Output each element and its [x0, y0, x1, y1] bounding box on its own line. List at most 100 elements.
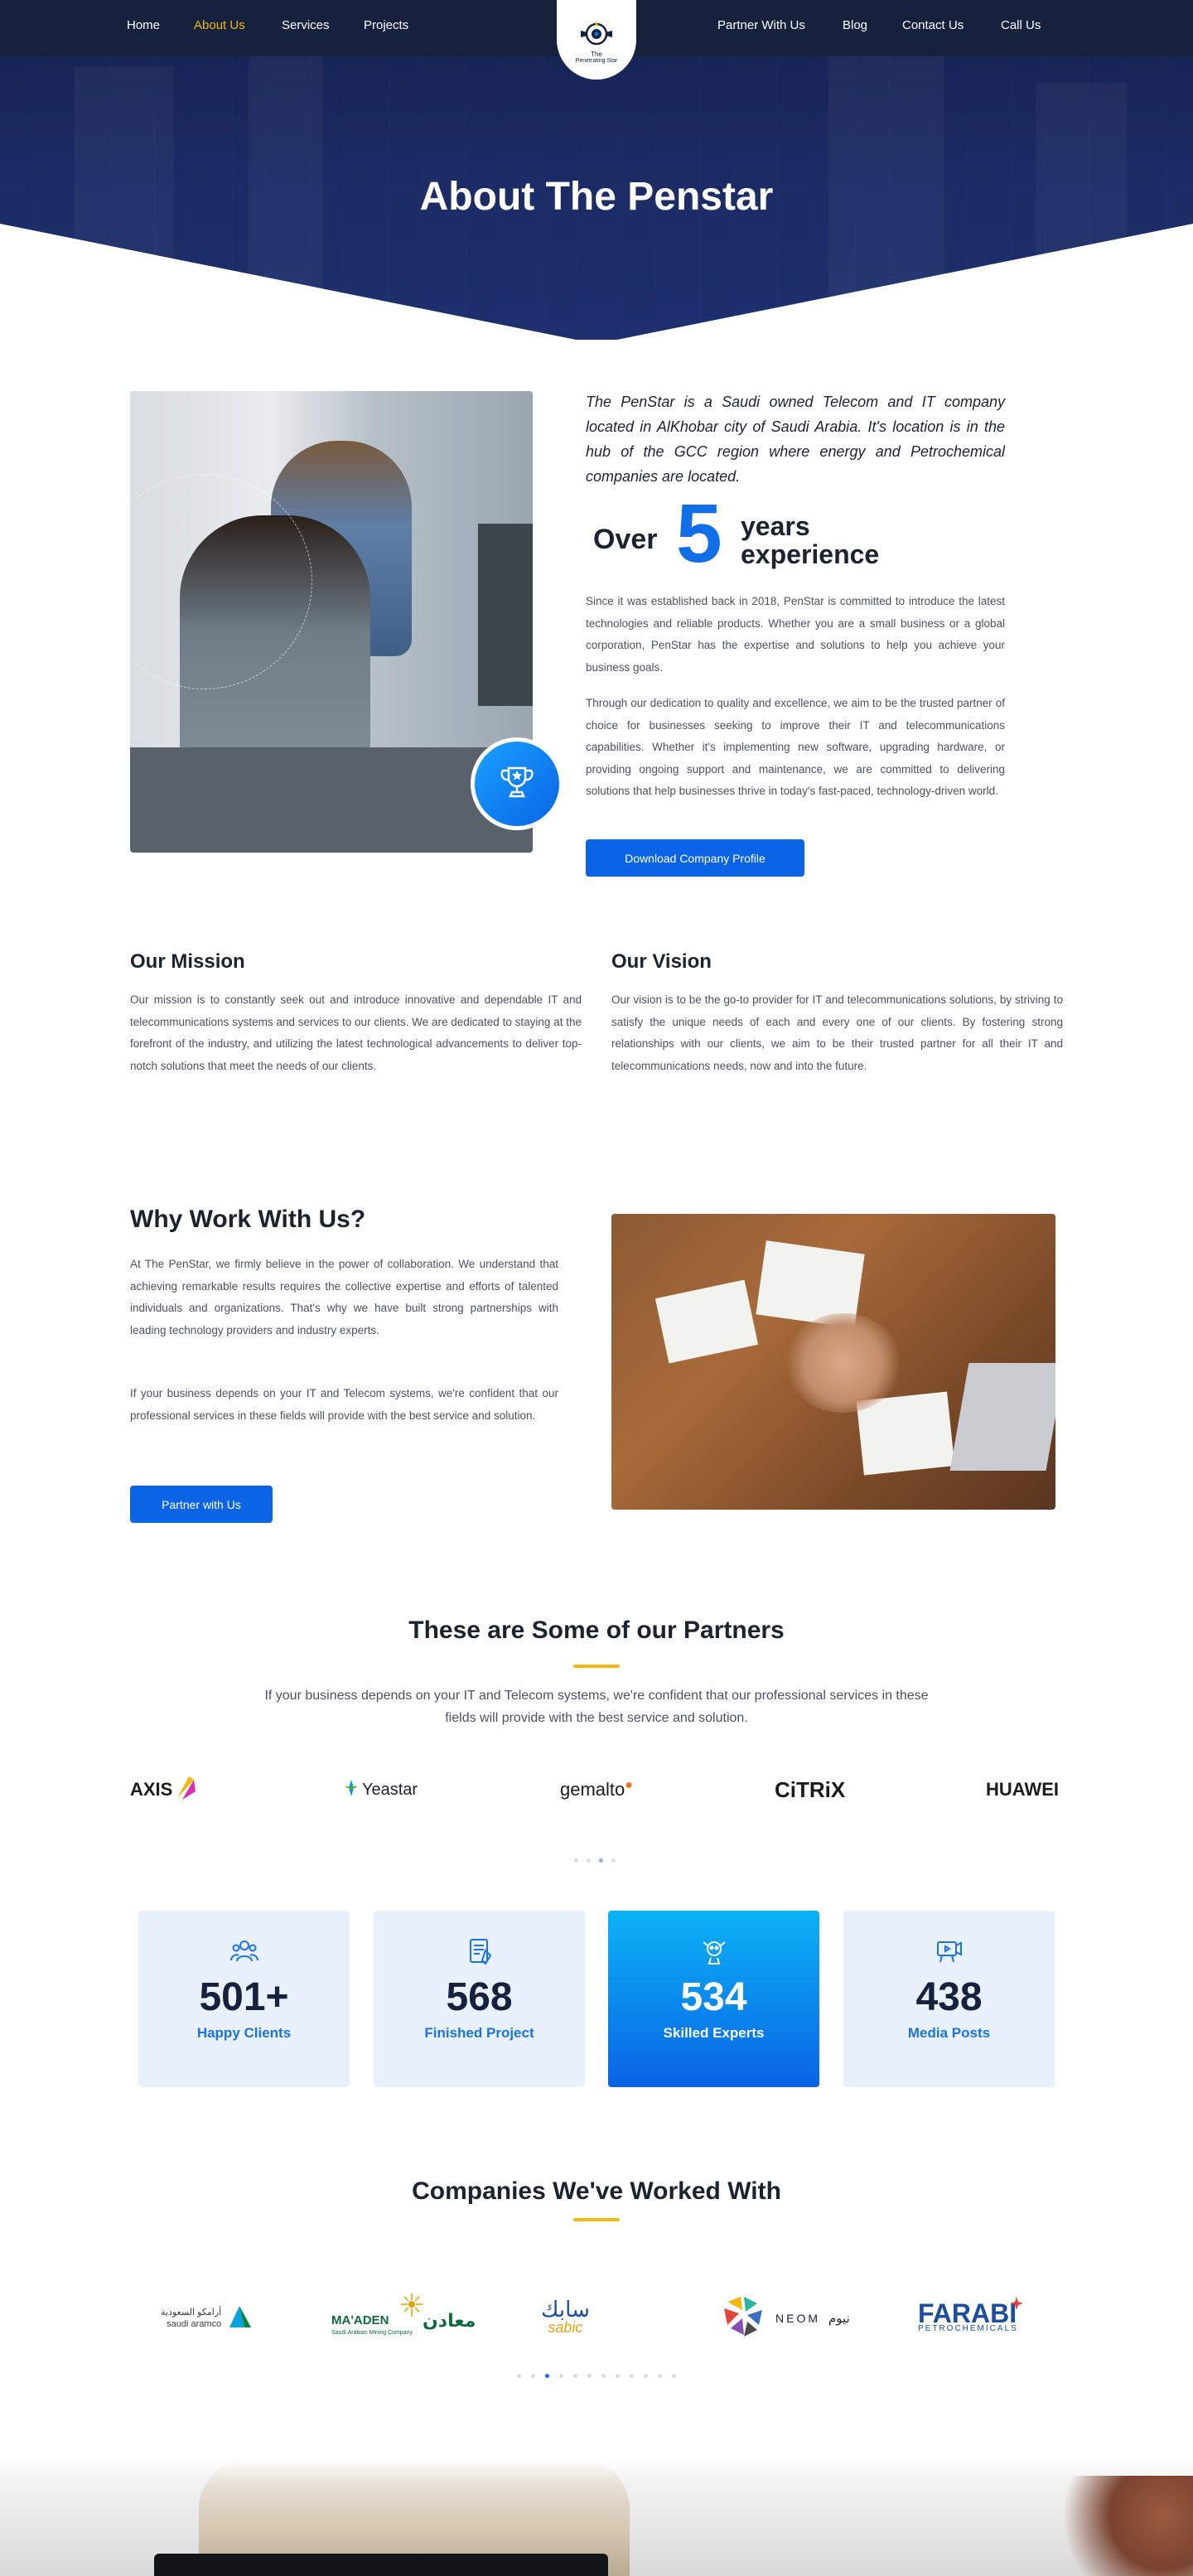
partners-carousel-dots: [574, 1858, 616, 1863]
mission-title: Our Mission: [130, 950, 245, 973]
carousel-dot[interactable]: [559, 2374, 563, 2378]
farabi-subtitle: PETROCHEMICALS: [918, 2324, 1018, 2333]
partner-logo-yeastar[interactable]: Yeastar: [344, 1773, 418, 1806]
vision-text: Our vision is to be the go-to provider f…: [611, 993, 1063, 1072]
partner-logo-axis[interactable]: AXIS: [130, 1773, 197, 1806]
site-logo[interactable]: The Penetrating Star: [557, 0, 636, 80]
company-logo-farabi[interactable]: FARABI PETROCHEMICALS: [918, 2293, 1023, 2343]
people-icon: [229, 1936, 260, 1967]
hero-bottom-cut: [0, 224, 1193, 340]
neom-mark-icon: [719, 2293, 767, 2344]
partner-with-us-button[interactable]: Partner with Us: [130, 1486, 273, 1523]
company-logo-maaden[interactable]: MA'ADEN معادن Saudi Arabian Mining Compa…: [331, 2293, 481, 2343]
years-number: 5: [676, 487, 722, 580]
sabic-arabic: سابك: [541, 2297, 590, 2322]
partner-logo-huawei[interactable]: HUAWEI: [986, 1773, 1059, 1806]
why-paragraph-1: At The PenStar, we firmly believe in the…: [130, 1258, 558, 1336]
carousel-dot[interactable]: [517, 2374, 521, 2378]
team-photo: [611, 1214, 1055, 1510]
nav-home[interactable]: Home: [127, 18, 160, 32]
aramco-english: saudi aramco: [167, 2319, 222, 2329]
stat-card-finished-project: 568 Finished Project: [374, 1911, 585, 2087]
media-icon: [934, 1936, 965, 1967]
stat-label: Happy Clients: [196, 2025, 292, 2041]
years-line2: experience: [741, 539, 880, 569]
maaden-arabic: معادن: [423, 2310, 476, 2331]
expert-icon: [698, 1936, 730, 1967]
stat-number: 534: [680, 1975, 747, 2019]
stat-number: 568: [446, 1975, 513, 2019]
maaden-sun-icon: [401, 2293, 423, 2322]
carousel-dot[interactable]: [658, 2374, 662, 2378]
farabi-wordmark: FARABI: [918, 2298, 1017, 2328]
carousel-dot-active[interactable]: [545, 2374, 549, 2378]
about-paragraph-1: Since it was established back in 2018, P…: [586, 595, 1005, 674]
citrix-wordmark: CiTRiX: [775, 1776, 846, 1802]
document-check-icon: [464, 1936, 495, 1967]
nav-partner-with-us[interactable]: Partner With Us: [717, 18, 805, 32]
nav-about-us[interactable]: About Us: [194, 18, 245, 32]
nav-blog[interactable]: Blog: [843, 18, 867, 32]
partners-subtitle: If your business depends on your IT and …: [264, 1689, 929, 1725]
stat-number: 501+: [199, 1975, 289, 2019]
yeastar-wordmark: Yeastar: [362, 1780, 418, 1799]
bottom-cta-banner: [0, 2459, 1193, 2576]
neom-arabic: نيوم: [828, 2312, 850, 2326]
carousel-dot[interactable]: [574, 1858, 578, 1863]
company-logo-neom[interactable]: NEOM نيوم: [719, 2293, 850, 2343]
nav-projects[interactable]: Projects: [364, 18, 408, 32]
carousel-dot[interactable]: [644, 2374, 648, 2378]
stat-label: Media Posts: [907, 2025, 991, 2041]
nav-contact-us[interactable]: Contact Us: [902, 18, 964, 32]
carousel-dot[interactable]: [611, 1858, 616, 1863]
photo-notebook: [654, 1279, 759, 1364]
axis-wordmark: AXIS: [130, 1779, 173, 1800]
maaden-subtitle: Saudi Arabian Mining Company: [331, 2330, 413, 2336]
partner-logo-citrix[interactable]: CiTRiX: [775, 1773, 845, 1806]
why-paragraph-2: If your business depends on your IT and …: [130, 1387, 558, 1422]
carousel-dot[interactable]: [573, 2374, 577, 2378]
nav-services[interactable]: Services: [282, 18, 330, 32]
sabic-english: sabic: [548, 2319, 583, 2336]
trophy-badge: [471, 737, 563, 830]
stat-label: Finished Project: [424, 2025, 534, 2041]
carousel-dot[interactable]: [587, 2374, 592, 2378]
aramco-mark-icon: [226, 2302, 255, 2335]
company-logo-aramco[interactable]: أرامكو السعودية saudi aramco: [161, 2293, 255, 2343]
trophy-icon: [496, 761, 538, 807]
download-profile-button[interactable]: Download Company Profile: [586, 839, 804, 877]
nav-call-us[interactable]: Call Us: [1001, 18, 1041, 32]
why-title: Why Work With Us?: [130, 1206, 366, 1233]
years-line1: years: [741, 511, 810, 541]
carousel-dot[interactable]: [587, 1858, 591, 1863]
partner-logo-gemalto[interactable]: gemalto ●: [560, 1773, 633, 1806]
companies-title: Companies We've Worked With: [412, 2177, 781, 2205]
over-label: Over: [593, 524, 658, 555]
partners-title: These are Some of our Partners: [408, 1617, 785, 1644]
photo-monitor: [478, 524, 533, 706]
carousel-dot[interactable]: [531, 2374, 535, 2378]
penstar-logo-icon: [579, 19, 614, 49]
vision-title: Our Vision: [611, 950, 712, 973]
company-logo-sabic[interactable]: سابك sabic: [541, 2293, 590, 2343]
photo-laptop: [949, 1363, 1055, 1471]
carousel-dot[interactable]: [616, 2374, 620, 2378]
carousel-dot[interactable]: [601, 2374, 606, 2378]
photo-hands: [785, 1313, 901, 1413]
neom-english: NEOM: [775, 2312, 820, 2325]
gemalto-wordmark: gemalto: [560, 1779, 625, 1800]
axis-mark-icon: [174, 1773, 197, 1807]
carousel-dot[interactable]: [630, 2374, 634, 2378]
stat-card-media-posts: 438 Media Posts: [843, 1911, 1055, 2087]
about-paragraph-2: Through our dedication to quality and ex…: [586, 697, 1005, 797]
companies-carousel-dots: [517, 2374, 676, 2378]
carousel-dot-active[interactable]: [599, 1858, 603, 1863]
partners-title-underline: [573, 1665, 620, 1668]
carousel-dot[interactable]: [672, 2374, 676, 2378]
stat-card-skilled-experts: 534 Skilled Experts: [608, 1911, 819, 2087]
logo-line2: Penetrating Star: [575, 58, 618, 64]
about-intro: The PenStar is a Saudi owned Telecom and…: [586, 394, 1005, 485]
stat-number: 438: [915, 1975, 983, 2019]
huawei-wordmark: HUAWEI: [986, 1779, 1059, 1800]
stat-label: Skilled Experts: [663, 2025, 765, 2041]
